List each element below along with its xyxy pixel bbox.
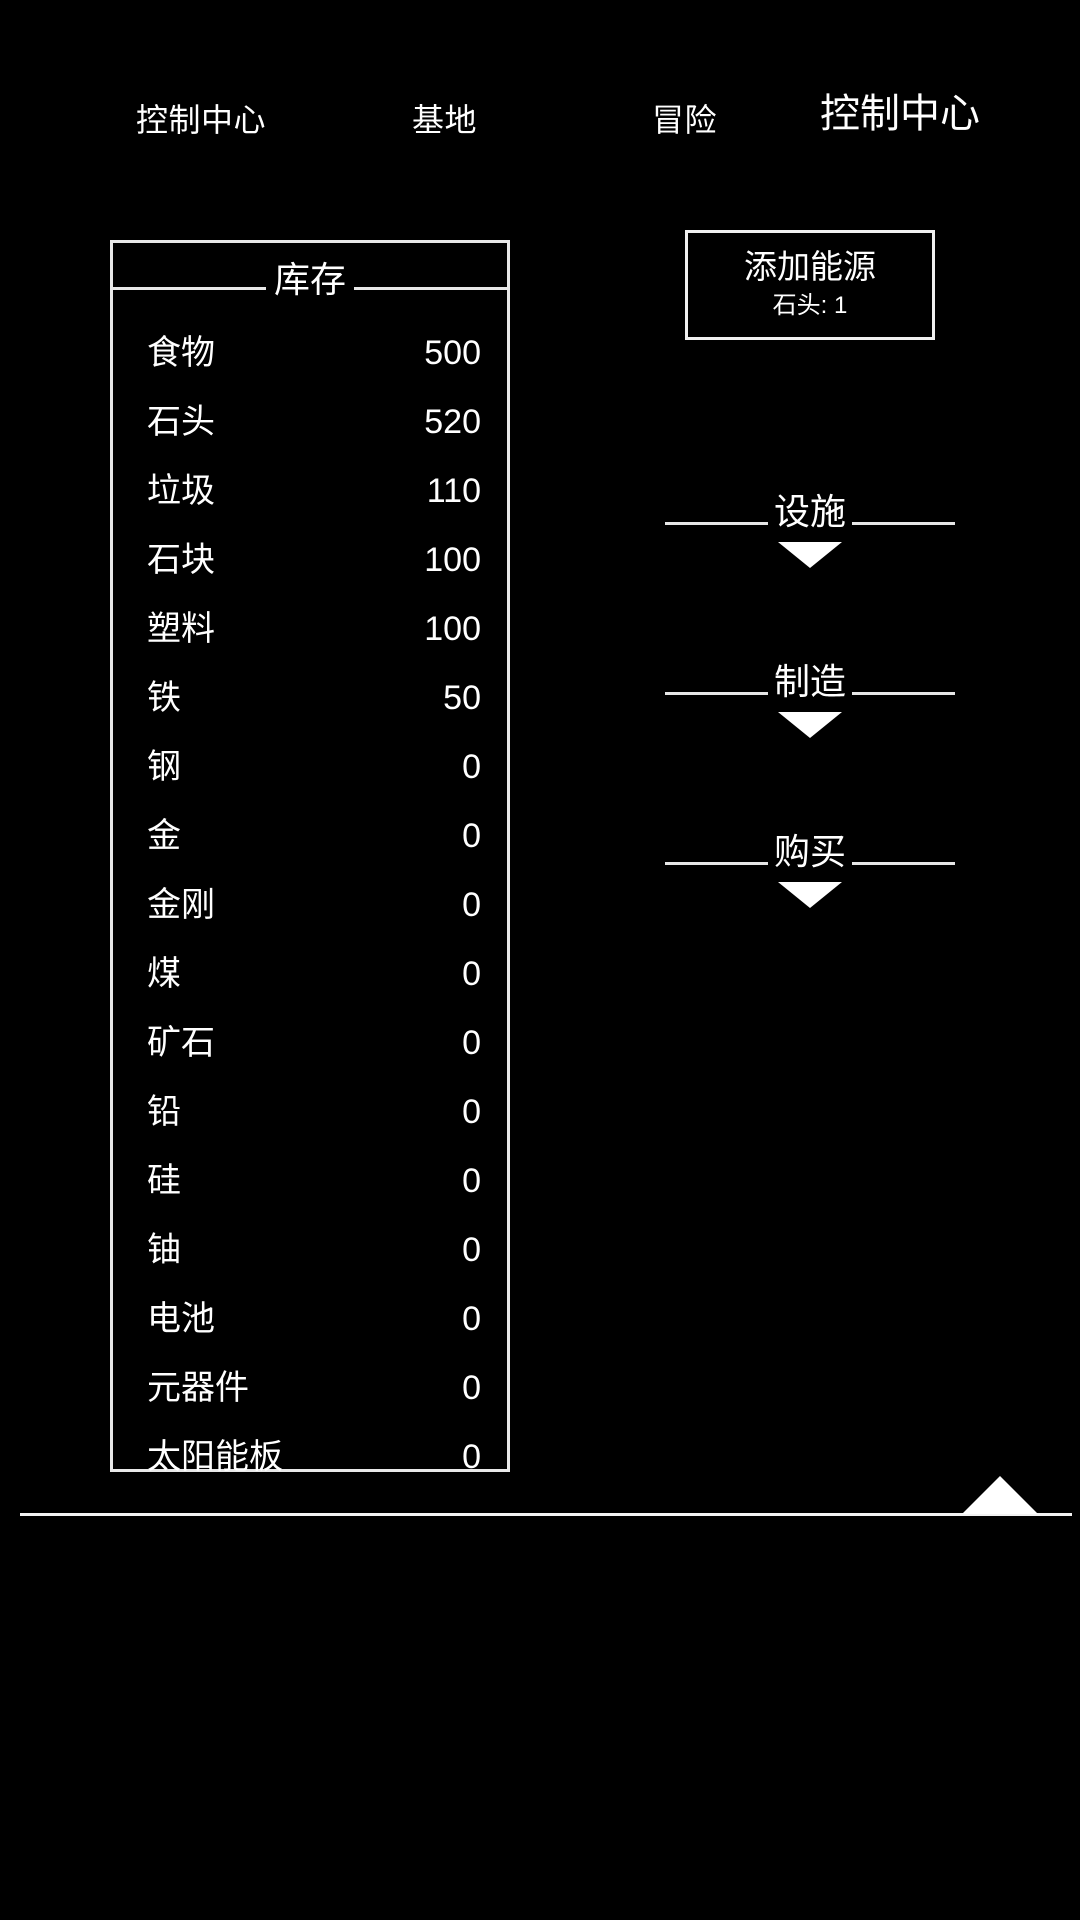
inventory-row-value: 500 (424, 334, 481, 372)
inventory-row-value: 0 (462, 1438, 481, 1476)
add-energy-button[interactable]: 添加能源 石头: 1 (685, 230, 935, 340)
top-navigation: 控制中心 基地 冒险 控制中心 (0, 0, 1080, 165)
inventory-row-name: 金刚 (147, 886, 215, 924)
inventory-row: 金刚 0 (147, 871, 481, 940)
inventory-row: 垃圾 110 (147, 457, 481, 526)
inventory-row-name: 钢 (147, 748, 181, 786)
inventory-row-name: 塑料 (147, 610, 215, 648)
inventory-row-name: 金 (147, 817, 181, 855)
inventory-list: 食物 500 石头 520 垃圾 110 石块 100 塑料 100 铁 50 钢 0 金 0 金刚 0 煤 0 矿石 0… (113, 305, 507, 1492)
inventory-row-value: 520 (424, 403, 481, 441)
inventory-row-value: 0 (462, 748, 481, 786)
section-toggle-buy[interactable]: 购买 (665, 830, 955, 920)
section-label: 制造 (767, 660, 853, 704)
inventory-row-value: 0 (462, 1369, 481, 1407)
inventory-row-value: 100 (424, 610, 481, 648)
inventory-row: 铀0 (147, 1216, 481, 1285)
inventory-row-value: 100 (424, 541, 481, 579)
chevron-down-icon (778, 712, 842, 738)
inventory-row: 石块 100 (147, 526, 481, 595)
bottom-divider (20, 1513, 1072, 1516)
inventory-row-value: 0 (462, 886, 481, 924)
inventory-row-name: 元器件 (147, 1369, 249, 1407)
nav-item-base[interactable]: 基地 (412, 104, 477, 136)
inventory-row-name: 铀 (147, 1231, 181, 1269)
inventory-row: 塑料 100 (147, 595, 481, 664)
inventory-header: 库存 (113, 243, 507, 305)
inventory-row-value: 110 (426, 472, 481, 510)
inventory-row-name: 太阳能板 (147, 1438, 283, 1476)
section-toggle-facilities[interactable]: 设施 (665, 490, 955, 580)
inventory-row-value: 0 (462, 955, 481, 993)
inventory-row-value: 50 (443, 679, 481, 717)
inventory-row: 煤0 (147, 940, 481, 1009)
inventory-row: 硅0 (147, 1147, 481, 1216)
inventory-row-name: 硅 (147, 1162, 181, 1200)
inventory-row-value: 0 (462, 1024, 481, 1062)
section-label: 购买 (767, 830, 853, 874)
triangle-up-icon[interactable] (962, 1476, 1038, 1514)
add-energy-label: 添加能源 (744, 248, 876, 286)
inventory-row-value: 0 (462, 1300, 481, 1338)
inventory-row: 矿石 0 (147, 1009, 481, 1078)
inventory-row: 铅0 (147, 1078, 481, 1147)
inventory-row-name: 食物 (147, 334, 215, 372)
inventory-row: 石头 520 (147, 388, 481, 457)
app-screen: 控制中心 基地 冒险 控制中心 库存 食物 500 石头 520 垃圾 110 石块 100 塑… (0, 0, 1080, 1920)
inventory-row-name: 石块 (147, 541, 215, 579)
section-toggle-craft[interactable]: 制造 (665, 660, 955, 750)
inventory-row: 金0 (147, 802, 481, 871)
nav-item-adventure[interactable]: 冒险 (652, 104, 717, 136)
inventory-row-name: 电池 (147, 1300, 215, 1338)
page-title: 控制中心 (820, 92, 980, 136)
nav-item-label: 控制中心 (136, 102, 267, 138)
inventory-row: 元器件 0 (147, 1354, 481, 1423)
inventory-row: 钢0 (147, 733, 481, 802)
inventory-row-value: 0 (462, 817, 481, 855)
add-energy-cost: 石头: 1 (772, 291, 848, 319)
inventory-row-name: 铅 (147, 1093, 181, 1131)
inventory-row-name: 铁 (147, 679, 181, 717)
chevron-down-icon (778, 882, 842, 908)
inventory-row-value: 0 (462, 1093, 481, 1131)
inventory-row: 食物 500 (147, 319, 481, 388)
inventory-row-name: 垃圾 (147, 472, 215, 510)
section-label: 设施 (767, 490, 853, 534)
chevron-down-icon (778, 542, 842, 568)
inventory-row: 铁 50 (147, 664, 481, 733)
inventory-row-name: 煤 (147, 955, 181, 993)
inventory-row-value: 0 (462, 1162, 481, 1200)
inventory-row: 太阳能板 0 (147, 1423, 481, 1492)
nav-item-label: 基地 (412, 102, 478, 138)
inventory-panel: 库存 食物 500 石头 520 垃圾 110 石块 100 塑料 100 铁 50 钢 0 金 0 金刚 0 煤 0… (110, 240, 510, 1476)
inventory-row-value: 0 (462, 1231, 481, 1269)
nav-item-label: 冒险 (652, 102, 718, 138)
inventory-title: 库存 (265, 259, 355, 301)
inventory-row-name: 矿石 (147, 1024, 215, 1062)
inventory-row-name: 石头 (147, 403, 215, 441)
inventory-row: 电池 0 (147, 1285, 481, 1354)
nav-item-control-center[interactable]: 控制中心 (136, 104, 266, 136)
